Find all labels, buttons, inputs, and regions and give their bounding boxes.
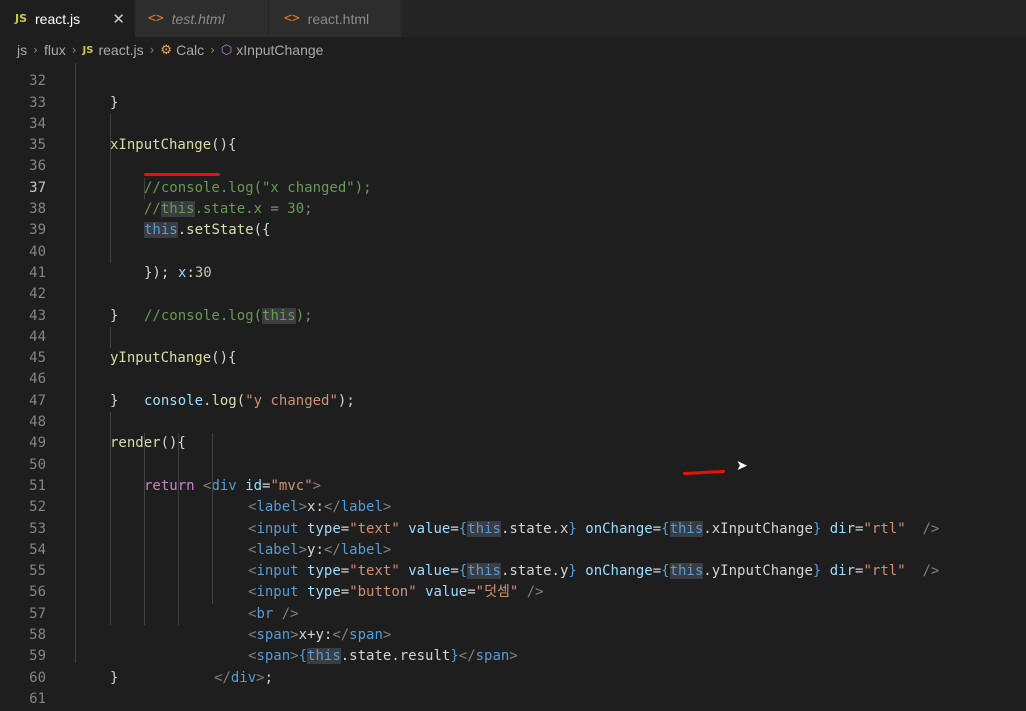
code-line: 60 [0, 646, 1026, 686]
code-line: 45 console.log("y changed"); [0, 326, 1026, 409]
code-line: 51 <input type="text" value={this.state.… [0, 454, 1026, 537]
mouse-cursor-icon: ➤ [736, 457, 748, 474]
html-file-icon: <> [284, 11, 300, 26]
code-line: 58 </div>; [0, 603, 1026, 686]
code-line: 52 <label>y:</label> [0, 475, 1026, 558]
code-line: 49 return <div id="mvc"> [0, 412, 1026, 494]
code-line: 47 [0, 369, 1026, 409]
chevron-right-icon: › [33, 43, 38, 57]
code-line: 62 [0, 689, 1026, 710]
code-line: 34 xInputChange(){ [0, 93, 1026, 153]
tab-label: react.js [35, 10, 81, 27]
code-line: 48 render(){ [0, 391, 1026, 451]
breadcrumb-folder-flux[interactable]: flux [44, 42, 66, 58]
code-line: 42 } [0, 263, 1026, 323]
javascript-file-icon: JS [82, 44, 94, 56]
code-line: 54 <input type="button" value="덧셈" /> [0, 518, 1026, 600]
indent-guide [75, 63, 76, 663]
tab-react-html[interactable]: <> react.html [269, 0, 401, 37]
method-symbol-icon: ⬡ [220, 42, 233, 58]
code-line: 39 }); [0, 199, 1026, 281]
code-line: 56 <span>x+y:</span> [0, 561, 1026, 643]
code-line: 41 //console.log(this); [0, 241, 1026, 324]
code-line: 36 //this.state.x = 30; [0, 135, 1026, 218]
tab-test-html[interactable]: <> test.html [135, 0, 268, 37]
breadcrumb-file[interactable]: react.js [98, 42, 143, 58]
red-annotation-underline [682, 469, 726, 475]
code-line: 33 [0, 71, 1026, 111]
chevron-right-icon: › [210, 43, 215, 57]
code-editor[interactable]: 32 } 33 34 xInputChange(){ 35 //console.… [0, 63, 1026, 711]
code-lines: 32 } 33 34 xInputChange(){ 35 //console.… [0, 63, 1026, 710]
code-line: 37 this.setState({ [0, 156, 1026, 239]
breadcrumb: js › flux › JS react.js › ⚙ Calc › ⬡ xIn… [0, 37, 1026, 63]
red-annotation-underline [144, 173, 220, 177]
editor-tab-bar: JS react.js ✕ <> test.html <> react.html [0, 0, 1026, 37]
tab-label: react.html [307, 10, 370, 27]
chevron-right-icon: › [149, 43, 155, 57]
breadcrumb-folder-js[interactable]: js [17, 42, 27, 58]
code-line: 43 [0, 284, 1026, 324]
code-line: 38 x:30 [0, 177, 1026, 281]
tab-react-js[interactable]: JS react.js ✕ [0, 0, 135, 37]
code-line: 46 } [0, 348, 1026, 408]
code-line: 44 yInputChange(){ [0, 306, 1026, 366]
code-line: 40 [0, 220, 1026, 260]
code-line: 35 //console.log("x changed"); [0, 113, 1026, 196]
code-line: 61 } [0, 668, 1026, 707]
close-icon[interactable]: ✕ [112, 10, 125, 28]
code-line: 32 } [0, 63, 1026, 110]
tab-label: test.html [171, 10, 225, 27]
chevron-right-icon: › [71, 43, 77, 57]
javascript-file-icon: JS [15, 12, 28, 25]
code-line: 55 <br /> [0, 539, 1026, 622]
class-symbol-icon: ⚙ [160, 42, 173, 58]
breadcrumb-class[interactable]: Calc [176, 42, 204, 58]
code-line: 57 <span>{this.state.result}</span> [0, 582, 1026, 665]
code-line: 59 } [0, 625, 1026, 685]
html-file-icon: <> [148, 11, 164, 26]
code-line: 50 <label>x:</label> [0, 433, 1026, 515]
breadcrumb-method[interactable]: xInputChange [236, 42, 323, 58]
code-line: 53 <input type="text" value={this.state.… [0, 497, 1026, 580]
